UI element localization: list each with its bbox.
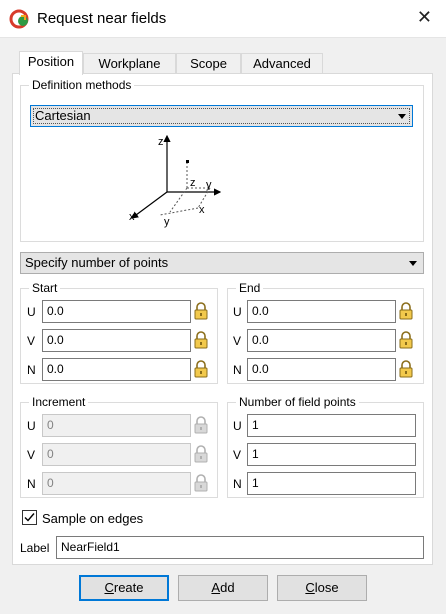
increment-n-label: N (27, 477, 36, 491)
start-n-label: N (27, 363, 36, 377)
end-group-label: End (236, 281, 264, 295)
create-button[interactable]: Create (79, 575, 169, 601)
increment-u-input: 0 (42, 414, 191, 437)
z-local-label: z (190, 177, 196, 189)
end-u-label: U (233, 305, 242, 319)
end-v-label: V (233, 334, 242, 348)
field-points-u-input[interactable]: 1 (247, 414, 416, 437)
definition-method-select[interactable]: Cartesian (30, 105, 413, 127)
start-v-input[interactable]: 0.0 (42, 329, 191, 352)
checkmark-icon (24, 513, 35, 522)
lock-icon[interactable] (193, 360, 209, 378)
sample-on-edges-label: Sample on edges (42, 511, 144, 526)
lock-icon[interactable] (398, 302, 414, 320)
start-n-input[interactable]: 0.0 (42, 358, 191, 381)
increment-v-input: 0 (42, 443, 191, 466)
points-mode-value: Specify number of points (25, 255, 169, 270)
window-title: Request near fields (37, 10, 167, 27)
increment-u-label: U (27, 419, 36, 433)
x-axis-line (131, 191, 168, 219)
label-field-input[interactable]: NearField1 (56, 536, 424, 559)
start-v-label: V (27, 334, 36, 348)
end-n-input[interactable]: 0.0 (247, 358, 396, 381)
chevron-down-icon (398, 114, 406, 119)
tab-workplane[interactable]: Workplane (83, 53, 176, 74)
z-axis-label: z (158, 136, 164, 148)
title-bar: Request near fields ✕ (0, 0, 446, 38)
tab-scope[interactable]: Scope (176, 53, 241, 74)
lock-icon[interactable] (398, 331, 414, 349)
field-points-u-label: U (233, 419, 242, 433)
start-group-label: Start (29, 281, 61, 295)
add-button[interactable]: Add (178, 575, 268, 601)
add-mnemonic: A (211, 580, 221, 595)
increment-v-label: V (27, 448, 36, 462)
definition-methods-label: Definition methods (29, 78, 135, 92)
tab-advanced[interactable]: Advanced (241, 53, 323, 74)
increment-group-label: Increment (29, 395, 89, 409)
y-local-label: y (164, 216, 170, 228)
field-point-marker (186, 160, 189, 163)
end-v-input[interactable]: 0.0 (247, 329, 396, 352)
close-button[interactable]: Close (277, 575, 367, 601)
start-u-input[interactable]: 0.0 (42, 300, 191, 323)
create-mnemonic: C (104, 580, 114, 595)
increment-n-input: 0 (42, 472, 191, 495)
cartesian-diagram: z z y x x y (129, 134, 222, 228)
lock-icon[interactable] (193, 331, 209, 349)
label-field-label: Label (20, 541, 50, 555)
field-points-n-input[interactable]: 1 (247, 472, 416, 495)
points-mode-select[interactable]: Specify number of points (20, 252, 424, 274)
create-label: reate (113, 580, 144, 595)
x-local-label: x (199, 204, 205, 216)
lock-icon (193, 445, 209, 463)
x-axis-label: x (129, 211, 135, 223)
lock-icon (193, 474, 209, 492)
field-points-v-input[interactable]: 1 (247, 443, 416, 466)
close-mnemonic: C (305, 580, 315, 595)
chevron-down-icon (409, 261, 417, 266)
close-label: lose (314, 580, 339, 595)
close-icon[interactable]: ✕ (417, 7, 432, 28)
lock-icon[interactable] (193, 302, 209, 320)
field-points-group-label: Number of field points (236, 395, 359, 409)
add-label: dd (220, 580, 235, 595)
lock-icon (193, 416, 209, 434)
end-u-input[interactable]: 0.0 (247, 300, 396, 323)
tab-position[interactable]: Position (19, 51, 83, 75)
lock-icon[interactable] (398, 360, 414, 378)
field-points-v-label: V (233, 448, 242, 462)
start-u-label: U (27, 305, 36, 319)
y-axis-label: y (206, 179, 212, 191)
sample-on-edges-checkbox[interactable] (22, 510, 37, 525)
end-n-label: N (233, 363, 242, 377)
field-points-n-label: N (233, 477, 242, 491)
app-logo-icon (9, 9, 29, 29)
